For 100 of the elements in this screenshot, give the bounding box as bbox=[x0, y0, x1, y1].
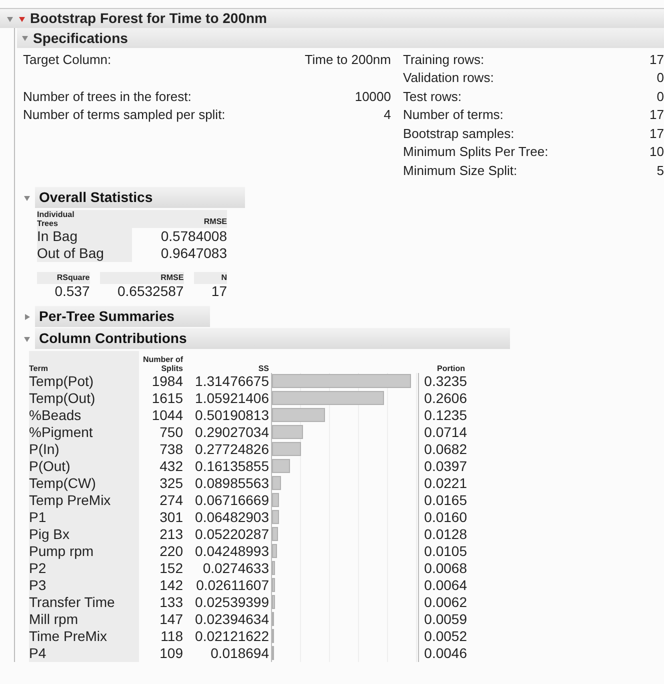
options-menu-icon[interactable] bbox=[18, 14, 26, 22]
table-cell-text: 0.06716669 bbox=[194, 490, 269, 510]
table-cell-text: 301 bbox=[158, 508, 183, 526]
table-cell-text: 0.0714 bbox=[423, 422, 467, 442]
column-header: RMSE bbox=[202, 216, 227, 228]
term-cell: Transfer Time bbox=[29, 594, 139, 610]
table-cell-text: 0.537 bbox=[54, 284, 90, 298]
spec-value: 0 bbox=[656, 88, 664, 106]
table-cell-text: 0.0274633 bbox=[202, 558, 269, 578]
spec-value: 10000 bbox=[354, 88, 391, 106]
table-cell-text: 109 bbox=[158, 644, 183, 662]
spec-value: 4 bbox=[384, 106, 391, 124]
term-cell: P(Out) bbox=[29, 458, 139, 474]
term-cell: Temp PreMix bbox=[29, 492, 139, 508]
column-header: Portion bbox=[436, 364, 465, 372]
table-cell-text: 0.0052 bbox=[423, 626, 467, 646]
table-cell-text: 0.0128 bbox=[423, 524, 467, 544]
table-cell-text: 0.16135855 bbox=[194, 456, 269, 476]
section-title: Column Contributions bbox=[35, 328, 510, 349]
spec-value: 17 bbox=[650, 50, 664, 68]
table-cell-text: 0.0059 bbox=[423, 610, 467, 628]
table-cell-text: 0.0221 bbox=[423, 474, 467, 492]
table-cell: 0.9647083 bbox=[132, 244, 227, 262]
table-cell-text: 0.02121622 bbox=[194, 626, 269, 646]
term-cell: Temp(Out) bbox=[29, 390, 139, 406]
table-cell-text: 750 bbox=[158, 422, 183, 442]
spec-value: Time to 200nm bbox=[304, 50, 391, 68]
term-cell: Temp(Pot) bbox=[29, 372, 139, 390]
table-cell-text: 0.018694 bbox=[210, 644, 269, 662]
spec-label: Bootstrap samples: bbox=[403, 124, 514, 143]
spec-label: Training rows: bbox=[403, 50, 484, 69]
disclosure-triangle-down-icon[interactable] bbox=[21, 34, 29, 42]
spec-value: 5 bbox=[656, 162, 664, 180]
spec-label: Target Column: bbox=[23, 50, 112, 69]
column-header: Term bbox=[29, 350, 139, 372]
spec-value: 0 bbox=[656, 69, 664, 87]
spec-label: Minimum Size Split: bbox=[403, 162, 518, 180]
table-cell-text: 0.05220287 bbox=[194, 524, 269, 544]
row-label: Out of Bag bbox=[37, 244, 105, 262]
spec-label: Number of terms: bbox=[403, 106, 504, 124]
disclosure-triangle-down-icon[interactable] bbox=[23, 194, 31, 202]
table-cell-text: 0.02394634 bbox=[194, 610, 269, 628]
table-cell-text: 738 bbox=[158, 440, 183, 458]
term-cell: P3 bbox=[29, 576, 139, 594]
table-cell-text: 1615 bbox=[150, 388, 183, 408]
table-cell-text: 1984 bbox=[150, 372, 183, 390]
table-cell-text: 0.08985563 bbox=[194, 474, 269, 492]
term-cell: Pig Bx bbox=[29, 526, 139, 542]
table-cell-text: 0.0064 bbox=[423, 576, 467, 594]
table-cell-text: 0.0068 bbox=[423, 558, 467, 578]
table-cell-text: 0.06482903 bbox=[194, 508, 269, 526]
table-cell-text: 142 bbox=[158, 576, 183, 594]
table-cell-text: 147 bbox=[158, 610, 183, 628]
term-cell: P4 bbox=[29, 644, 139, 662]
spec-label: Minimum Splits Per Tree: bbox=[403, 143, 548, 161]
table-cell-text: 0.50190813 bbox=[194, 406, 269, 424]
table-cell-text: 0.0682 bbox=[423, 440, 467, 458]
column-header: SS bbox=[257, 364, 269, 372]
column-header: N bbox=[194, 272, 227, 284]
spec-label: Test rows: bbox=[403, 88, 462, 106]
table-cell-text: 0.2606 bbox=[423, 388, 467, 408]
table-cell-text: 0.02611607 bbox=[195, 576, 269, 594]
table-cell-text: 0.6532587 bbox=[116, 284, 184, 298]
row-label: In Bag bbox=[37, 228, 78, 244]
spec-label: Number of terms sampled per split: bbox=[23, 106, 226, 124]
table-cell-text: 0.02539399 bbox=[194, 592, 269, 612]
table-cell-text: 0.04248993 bbox=[194, 542, 269, 560]
table-cell-text: 118 bbox=[160, 626, 183, 646]
section-title: Overall Statistics bbox=[35, 187, 245, 208]
spec-value: 17 bbox=[650, 124, 664, 142]
column-header: Individual Trees bbox=[37, 210, 76, 228]
term-cell: Time PreMix bbox=[29, 628, 139, 644]
spec-value: 10 bbox=[650, 143, 664, 161]
term-cell: P1 bbox=[29, 508, 139, 526]
table-cell-text: 1044 bbox=[150, 406, 183, 424]
term-cell: %Beads bbox=[29, 406, 139, 424]
disclosure-triangle-right-icon[interactable] bbox=[23, 312, 31, 320]
disclosure-triangle-down-icon[interactable] bbox=[6, 14, 14, 22]
column-header: Number of Splits bbox=[142, 354, 183, 372]
spec-label: Number of trees in the forest: bbox=[23, 88, 192, 106]
table-cell-text: 213 bbox=[158, 524, 183, 544]
spec-value: 17 bbox=[650, 106, 664, 124]
table-cell-text: 325 bbox=[158, 474, 183, 492]
table-cell-text: 0.1235 bbox=[423, 406, 467, 424]
term-cell: Pump rpm bbox=[29, 542, 139, 560]
disclosure-triangle-down-icon[interactable] bbox=[23, 334, 31, 342]
table-cell-text: 152 bbox=[158, 558, 183, 578]
table-cell-text: 0.27724826 bbox=[194, 440, 269, 458]
table-cell-text: 0.0105 bbox=[423, 542, 467, 560]
table-cell-text: 1.05921406 bbox=[194, 388, 269, 408]
table-cell: 0.5784008 bbox=[132, 228, 227, 244]
table-cell-text: 133 bbox=[158, 592, 183, 612]
table-cell-text: 0.0046 bbox=[423, 644, 467, 662]
report-title: Bootstrap Forest for Time to 200nm bbox=[30, 9, 268, 28]
column-header: RSquare bbox=[37, 272, 90, 284]
table-cell-text: 274 bbox=[158, 490, 183, 510]
term-cell: %Pigment bbox=[29, 424, 139, 440]
term-cell: Mill rpm bbox=[29, 610, 139, 628]
table-cell-text: 1.31476675 bbox=[194, 372, 269, 390]
table-cell-text: 0.3235 bbox=[423, 372, 467, 390]
